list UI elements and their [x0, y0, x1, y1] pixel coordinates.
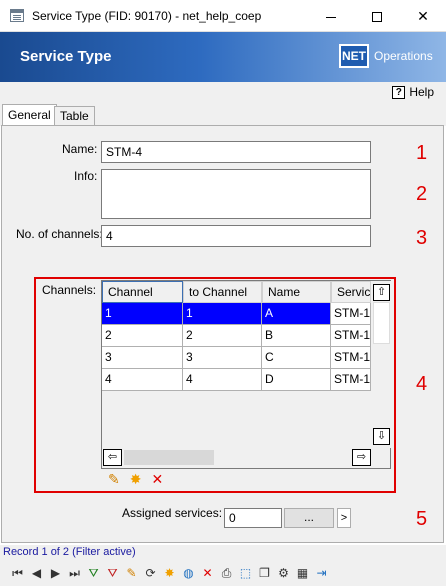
remove-filter-icon[interactable]: ⛛ — [103, 563, 122, 583]
column-header-to-channel[interactable]: to Channel — [183, 281, 262, 303]
scroll-thumb-horizontal[interactable] — [124, 450, 214, 465]
new-star-icon[interactable]: ✸ — [130, 472, 142, 486]
page-title: Service Type — [20, 48, 112, 65]
assigned-services-go-button[interactable]: > — [337, 508, 351, 528]
cell-service[interactable]: STM-1 — [331, 347, 371, 369]
cell-service[interactable]: STM-1 — [331, 369, 371, 391]
grid-horizontal-scrollbar[interactable]: ⇦ ⇨ — [102, 448, 372, 468]
scroll-right-icon[interactable]: ⇨ — [352, 449, 371, 466]
new-icon[interactable]: ✸ — [160, 563, 179, 583]
table-view-icon[interactable]: ▦ — [293, 563, 312, 583]
delete-x-icon[interactable]: ✕ — [151, 472, 163, 486]
previous-record-icon[interactable]: ◀ — [27, 563, 46, 583]
delete-icon[interactable]: ✕ — [198, 563, 217, 583]
select-icon[interactable]: ⬚ — [236, 563, 255, 583]
grid-toolbar: ✎ ✸ ✕ — [108, 472, 163, 486]
scroll-thumb[interactable] — [373, 302, 390, 344]
help-bar: ? Help — [0, 82, 446, 104]
scroll-down-icon[interactable]: ⇩ — [373, 428, 390, 445]
tab-general[interactable]: General — [2, 104, 57, 126]
grid-header: Channel to Channel Name Servic — [102, 281, 371, 303]
title-bar: Service Type (FID: 90170) - net_help_coe… — [0, 0, 446, 32]
channels-grid: Channel to Channel Name Servic 1 1 A STM… — [101, 280, 391, 469]
minimize-button[interactable] — [308, 0, 354, 32]
assigned-services-browse-button[interactable]: ... — [284, 508, 334, 528]
copy-icon[interactable]: ❐ — [255, 563, 274, 583]
net-logo: NET — [339, 44, 369, 68]
maximize-button[interactable] — [354, 0, 400, 32]
info-textarea[interactable] — [101, 169, 371, 219]
help-button[interactable]: ? Help — [392, 85, 434, 99]
table-row[interactable]: 3 3 C STM-1 — [102, 347, 371, 369]
assigned-services-label: Assigned services: — [122, 506, 223, 520]
table-row[interactable]: 2 2 B STM-1 — [102, 325, 371, 347]
navigation-toolbar: ⏮ ◀ ▶ ⏭ ⛛ ⛛ ✎ ⟳ ✸ ◍ ✕ ⎙ ⬚ ❐ ⚙ ▦ ⇥ — [0, 559, 446, 586]
record-status: Record 1 of 2 (Filter active) — [0, 545, 446, 559]
help-label: Help — [409, 85, 434, 99]
table-row[interactable]: 1 1 A STM-1 — [102, 303, 371, 325]
annotation-2: 2 — [416, 183, 428, 205]
globe-icon[interactable]: ◍ — [179, 563, 198, 583]
cell-to-channel[interactable]: 4 — [183, 369, 262, 391]
cell-service[interactable]: STM-1 — [331, 325, 371, 347]
product-name: Operations — [374, 49, 433, 63]
close-icon: ✕ — [417, 8, 429, 24]
grid-vertical-scrollbar[interactable]: ⇧ ⇩ — [372, 281, 391, 448]
close-window-button[interactable]: ✕ — [400, 0, 446, 32]
annotation-3: 3 — [416, 227, 428, 249]
cell-to-channel[interactable]: 1 — [183, 303, 262, 325]
edit-pencil-icon[interactable]: ✎ — [108, 472, 120, 486]
refresh-icon[interactable]: ⟳ — [141, 563, 160, 583]
annotation-4: 4 — [416, 373, 428, 395]
scroll-up-icon[interactable]: ⇧ — [373, 284, 390, 301]
name-label: Name: — [62, 142, 98, 156]
cell-channel[interactable]: 1 — [102, 303, 183, 325]
first-record-icon[interactable]: ⏮ — [8, 563, 27, 583]
name-input[interactable]: STM-4 — [101, 141, 371, 163]
maximize-icon — [372, 12, 382, 23]
minimize-icon — [326, 16, 336, 18]
cell-service[interactable]: STM-1 — [331, 303, 371, 325]
cell-to-channel[interactable]: 2 — [183, 325, 262, 347]
annotation-5: 5 — [416, 508, 428, 530]
channels-count-input[interactable]: 4 — [101, 225, 371, 247]
add-filter-icon[interactable]: ⛛ — [84, 563, 103, 583]
scroll-left-icon[interactable]: ⇦ — [103, 449, 122, 466]
column-header-channel[interactable]: Channel — [102, 281, 183, 303]
cell-channel[interactable]: 2 — [102, 325, 183, 347]
cell-name[interactable]: A — [262, 303, 331, 325]
edit-icon[interactable]: ✎ — [122, 563, 141, 583]
assigned-services-count: 0 — [224, 508, 282, 528]
form-window-icon — [10, 9, 24, 22]
channels-label: Channels: — [42, 283, 97, 297]
column-header-name[interactable]: Name — [262, 281, 331, 303]
cell-channel[interactable]: 3 — [102, 347, 183, 369]
next-record-icon[interactable]: ▶ — [46, 563, 65, 583]
tools-icon[interactable]: ⚙ — [274, 563, 293, 583]
cell-name[interactable]: D — [262, 369, 331, 391]
cell-name[interactable]: C — [262, 347, 331, 369]
cell-channel[interactable]: 4 — [102, 369, 183, 391]
tab-strip: General Table — [0, 104, 446, 126]
tab-table[interactable]: Table — [54, 106, 95, 126]
column-header-service[interactable]: Servic — [331, 281, 371, 303]
cell-name[interactable]: B — [262, 325, 331, 347]
print-icon[interactable]: ⎙ — [217, 563, 236, 583]
channels-count-label: No. of channels: — [16, 227, 103, 241]
cell-to-channel[interactable]: 3 — [183, 347, 262, 369]
info-label: Info: — [74, 169, 98, 183]
header-banner: Service Type NET Operations — [0, 32, 446, 82]
window-title: Service Type (FID: 90170) - net_help_coe… — [32, 9, 262, 23]
help-icon: ? — [392, 85, 406, 99]
annotation-1: 1 — [416, 142, 428, 164]
exit-icon[interactable]: ⇥ — [312, 563, 331, 583]
table-row[interactable]: 4 4 D STM-1 — [102, 369, 371, 391]
last-record-icon[interactable]: ⏭ — [65, 563, 84, 583]
